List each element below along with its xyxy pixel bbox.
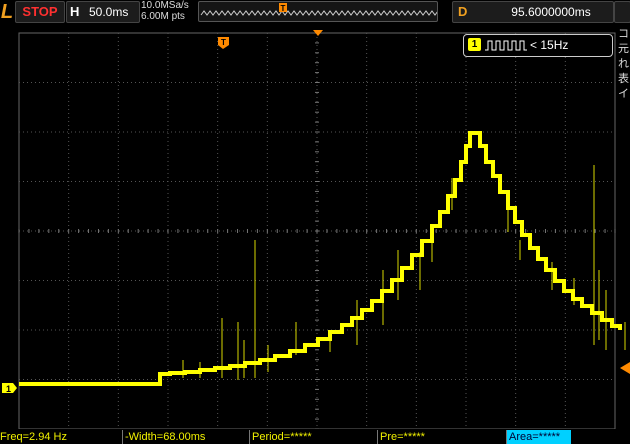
memory-depth: 6.00M pts	[141, 11, 185, 22]
status-bar: L STOP H 50.0ms 10.0MSa/s 6.00M pts T D …	[0, 0, 630, 24]
trigger-delay-box[interactable]: D 95.6000000ms	[452, 1, 614, 23]
horizontal-label: H	[70, 4, 80, 19]
measure-frequency[interactable]: Freq=2.94 Hz	[0, 430, 118, 444]
measure-area[interactable]: Area=*****	[506, 430, 571, 444]
delay-value: 95.6000000ms	[511, 5, 591, 19]
waveform-display[interactable]: 1T	[0, 0, 630, 429]
trigger-source-badge: 1	[468, 38, 481, 51]
side-menu-glyphs: コ 元 れ 表 イ	[618, 27, 629, 100]
measure-period[interactable]: Period=*****	[249, 430, 376, 444]
svg-text:T: T	[281, 4, 286, 13]
svg-text:T: T	[221, 38, 226, 47]
acquisition-info: 10.0MSa/s 6.00M pts	[141, 0, 197, 22]
delay-label: D	[458, 4, 468, 19]
trigger-info-box[interactable]: 1 < 15Hz	[463, 34, 613, 57]
pulse-width-trigger-icon	[485, 40, 527, 51]
svg-text:1: 1	[6, 384, 11, 394]
channel-1-trace	[19, 131, 622, 386]
measure-neg-width[interactable]: -Width=68.00ms	[122, 430, 247, 444]
channel-1-ground-marker[interactable]: 1	[2, 383, 17, 394]
graticule	[18, 32, 616, 429]
timebase-value: 50.0ms	[89, 5, 129, 19]
trigger-condition: < 15Hz	[530, 38, 569, 52]
memory-waveform-preview	[200, 10, 437, 16]
measure-preshoot[interactable]: Pre=*****	[377, 430, 505, 444]
trigger-level-marker[interactable]	[620, 362, 630, 374]
menu-button[interactable]	[614, 1, 630, 23]
measurement-bar: Freq=2.94 Hz -Width=68.00ms Period=*****…	[0, 429, 630, 444]
timebase-box[interactable]: H 50.0ms	[66, 1, 140, 23]
run-stop-status[interactable]: STOP	[15, 1, 65, 23]
brand-logo: L	[0, 1, 14, 23]
memory-trigger-marker: T	[279, 3, 287, 13]
trigger-position-marker[interactable]: T	[218, 37, 229, 49]
sample-rate: 10.0MSa/s	[141, 0, 189, 11]
memory-position-bar[interactable]: T	[198, 1, 438, 22]
